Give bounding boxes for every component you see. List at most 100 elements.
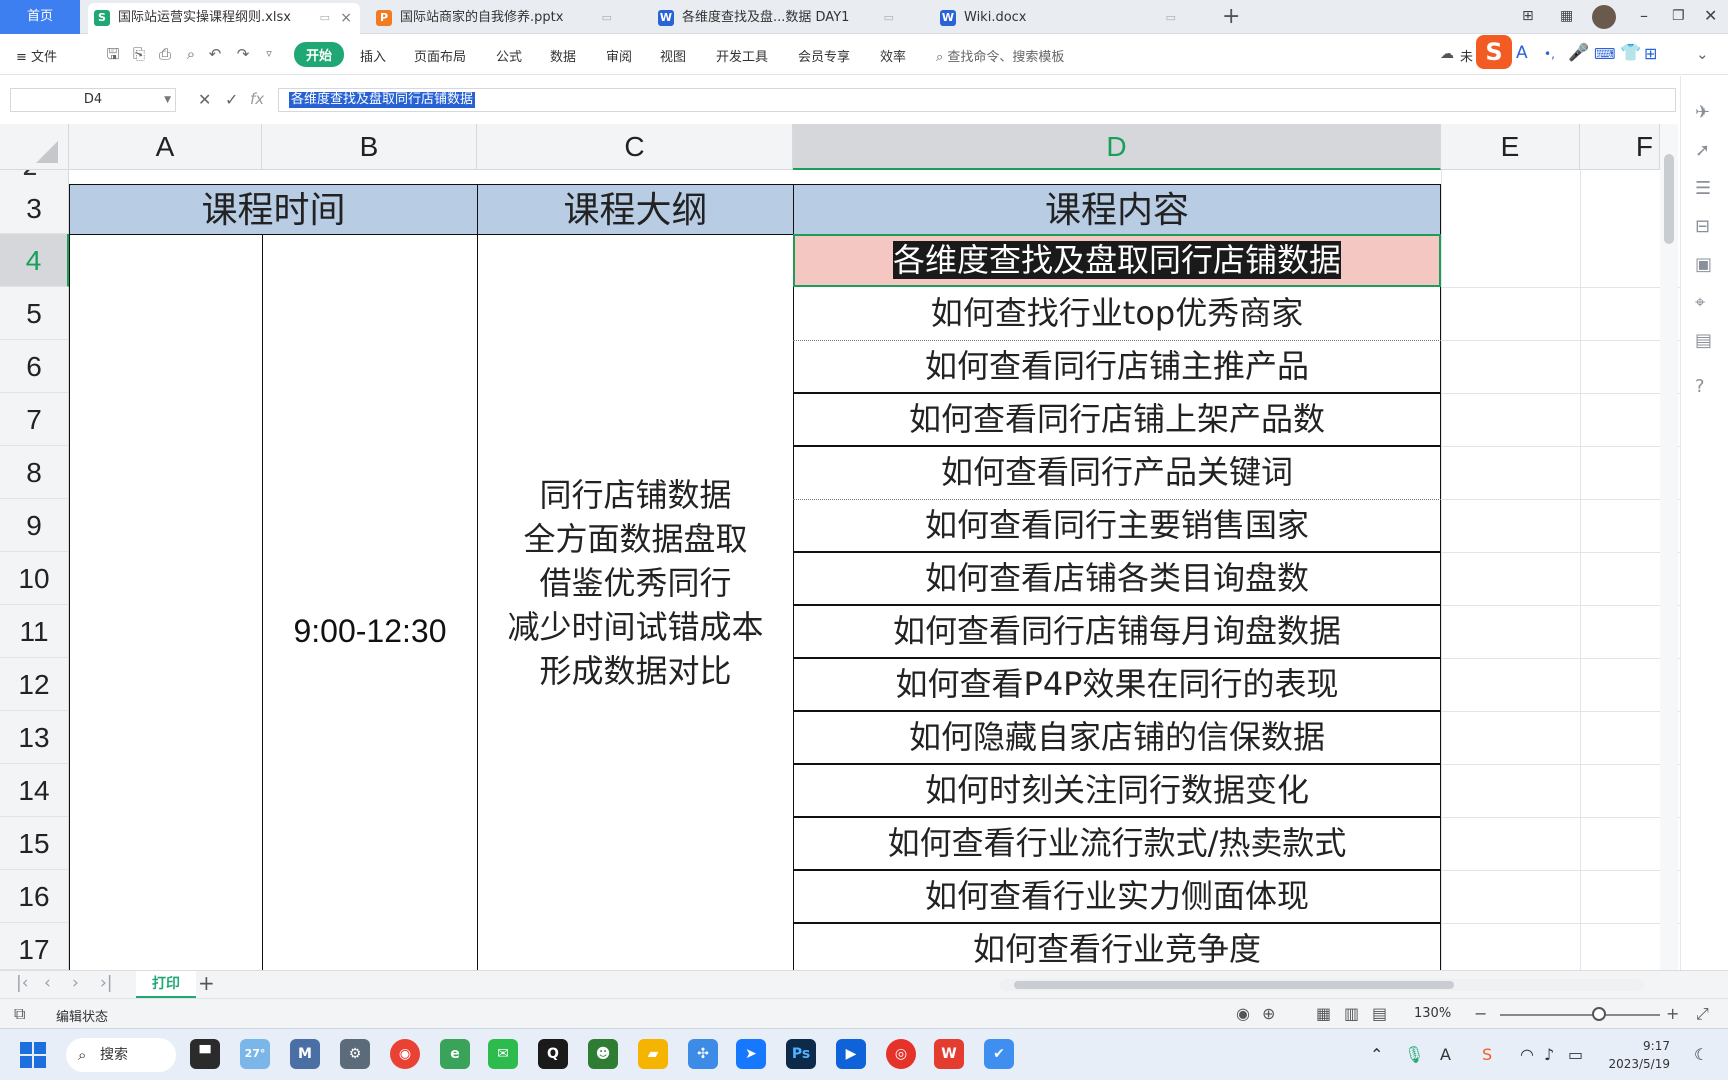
- row-header-16[interactable]: 16: [0, 870, 69, 923]
- content-cell[interactable]: 如何查看P4P效果在同行的表现: [793, 658, 1441, 711]
- tab-efficiency[interactable]: 效率: [880, 46, 906, 65]
- image-icon[interactable]: ▣: [1695, 254, 1712, 275]
- location-icon[interactable]: ⌖: [1695, 292, 1705, 313]
- photoshop-icon[interactable]: Ps: [786, 1039, 816, 1069]
- home-tab[interactable]: 首页: [0, 0, 80, 34]
- fullscreen-icon[interactable]: ⤢: [1696, 1004, 1709, 1024]
- tab-data[interactable]: 数据: [550, 46, 576, 65]
- row-header-15[interactable]: 15: [0, 817, 69, 870]
- feishu-icon[interactable]: ✔: [984, 1039, 1014, 1069]
- cloud-icon[interactable]: ☁: [1440, 46, 1454, 62]
- tab-home[interactable]: 开始: [294, 42, 345, 67]
- select-all-corner[interactable]: [0, 124, 69, 170]
- zoom-level[interactable]: 130%: [1414, 1006, 1451, 1021]
- content-cell[interactable]: 如何查看同行主要销售国家: [793, 499, 1441, 552]
- settings-gear-icon[interactable]: ⚙: [340, 1039, 370, 1069]
- horizontal-scrollbar[interactable]: [1000, 979, 1644, 991]
- row-header-9[interactable]: 9: [0, 499, 69, 552]
- column-header-c[interactable]: C: [477, 124, 793, 170]
- tab-day1-document[interactable]: W 各维度查找及盘...数据 DAY1 ▭: [652, 3, 924, 34]
- tab-page-layout[interactable]: 页面布局: [414, 46, 466, 65]
- tab-insert[interactable]: 插入: [360, 46, 386, 65]
- battery-icon[interactable]: ▭: [1568, 1045, 1583, 1064]
- column-header-b[interactable]: B: [262, 124, 477, 170]
- file-explorer-icon[interactable]: ▰: [638, 1039, 668, 1069]
- qq-penguin-icon[interactable]: Q: [538, 1039, 568, 1069]
- tab-review[interactable]: 审阅: [606, 46, 632, 65]
- windows-start-icon[interactable]: [20, 1042, 46, 1068]
- row-header-13[interactable]: 13: [0, 711, 69, 764]
- file-menu[interactable]: ≡ 文件: [16, 46, 57, 65]
- cancel-icon[interactable]: ✕: [198, 90, 211, 109]
- cell-a-merged[interactable]: [69, 234, 263, 970]
- row-header-3[interactable]: 3: [0, 184, 69, 234]
- chevron-down-icon[interactable]: ▼: [164, 89, 171, 111]
- macro-icon[interactable]: ⧉: [14, 1004, 25, 1024]
- avatar[interactable]: [1592, 5, 1616, 29]
- cell-b-merged[interactable]: 9:00-12:30: [262, 234, 478, 970]
- header-course-time[interactable]: 课程时间: [69, 184, 478, 235]
- taskbar-search[interactable]: ⌕ 搜索: [66, 1038, 176, 1072]
- eye-protection-icon[interactable]: ◉: [1236, 1004, 1250, 1023]
- keyboard-icon[interactable]: ⌨: [1594, 45, 1616, 63]
- zoom-slider-knob[interactable]: [1592, 1007, 1606, 1021]
- network-app-icon[interactable]: ✣: [688, 1039, 718, 1069]
- save-icon[interactable]: 🖫: [104, 45, 122, 63]
- page-break-view-icon[interactable]: ▤: [1372, 1004, 1387, 1023]
- first-sheet-icon[interactable]: |‹: [16, 973, 29, 993]
- input-method-logo-icon[interactable]: S: [1476, 35, 1512, 69]
- wifi-icon[interactable]: ◠: [1520, 1045, 1534, 1064]
- content-cell[interactable]: 如何查看同行店铺主推产品: [793, 340, 1441, 393]
- tab-view[interactable]: 视图: [660, 46, 686, 65]
- tab-pptx-document[interactable]: P 国际站商家的自我修养.pptx ▭: [370, 3, 642, 34]
- format-icon[interactable]: ⊟: [1695, 216, 1710, 237]
- last-sheet-icon[interactable]: ›|: [100, 973, 113, 993]
- header-course-outline[interactable]: 课程大纲: [477, 184, 794, 235]
- scrollbar-thumb[interactable]: [1014, 981, 1454, 989]
- tab-formula[interactable]: 公式: [496, 46, 522, 65]
- row-header-7[interactable]: 7: [0, 393, 69, 446]
- content-cell[interactable]: 如何查看同行店铺每月询盘数据: [793, 605, 1441, 658]
- column-header-e[interactable]: E: [1441, 124, 1580, 170]
- tray-input-icon[interactable]: A: [1440, 1045, 1451, 1064]
- tab-pin-icon[interactable]: ▭: [320, 3, 330, 33]
- tab-wiki-document[interactable]: W Wiki.docx ▭: [934, 3, 1206, 34]
- close-icon[interactable]: ×: [340, 3, 352, 33]
- dingtalk-icon[interactable]: ➤: [736, 1039, 766, 1069]
- column-header-f[interactable]: F: [1580, 124, 1660, 170]
- book-icon[interactable]: ▤: [1695, 330, 1712, 351]
- header-course-content[interactable]: 课程内容: [793, 184, 1441, 235]
- redo-icon[interactable]: ↷: [234, 45, 252, 63]
- content-cell[interactable]: 如何查看同行店铺上架产品数: [793, 393, 1441, 446]
- row-header-12[interactable]: 12: [0, 658, 69, 711]
- layout-icon[interactable]: ⊞: [1522, 3, 1534, 29]
- column-header-a[interactable]: A: [69, 124, 262, 170]
- page-center-icon[interactable]: ⊕: [1262, 1004, 1275, 1023]
- weather-icon[interactable]: 27°: [240, 1039, 270, 1069]
- tab-pin-icon[interactable]: ▭: [602, 3, 612, 33]
- skin-icon[interactable]: 👕: [1620, 43, 1641, 63]
- tray-chevron-up-icon[interactable]: ⌃: [1370, 1045, 1383, 1064]
- scrollbar-thumb[interactable]: [1664, 154, 1674, 244]
- mail-app-icon[interactable]: M: [290, 1039, 320, 1069]
- music-app-icon[interactable]: ◎: [886, 1039, 916, 1069]
- next-sheet-icon[interactable]: ›: [72, 973, 79, 993]
- row-header-5[interactable]: 5: [0, 287, 69, 340]
- sheet-tab-print[interactable]: 打印: [136, 971, 196, 998]
- row-header-6[interactable]: 6: [0, 340, 69, 393]
- clock[interactable]: 9:17 2023/5/19: [1590, 1037, 1670, 1073]
- rocket-icon[interactable]: ✈: [1695, 102, 1710, 123]
- undo-icon[interactable]: ↶: [206, 45, 224, 63]
- row-header-10[interactable]: 10: [0, 552, 69, 605]
- zoom-out-icon[interactable]: −: [1474, 1004, 1487, 1023]
- tab-member[interactable]: 会员专享: [798, 46, 850, 65]
- row-header-14[interactable]: 14: [0, 764, 69, 817]
- notification-moon-icon[interactable]: ☾: [1694, 1045, 1708, 1064]
- content-cell[interactable]: 如何查找行业top优秀商家: [793, 287, 1441, 340]
- minimize-icon[interactable]: –: [1640, 3, 1648, 29]
- punctuation-icon[interactable]: •,: [1544, 47, 1555, 61]
- vertical-scrollbar[interactable]: [1660, 124, 1678, 970]
- wechat-icon[interactable]: ✉: [488, 1039, 518, 1069]
- game-app-icon[interactable]: ☻: [588, 1039, 618, 1069]
- zoom-in-icon[interactable]: +: [1666, 1004, 1679, 1023]
